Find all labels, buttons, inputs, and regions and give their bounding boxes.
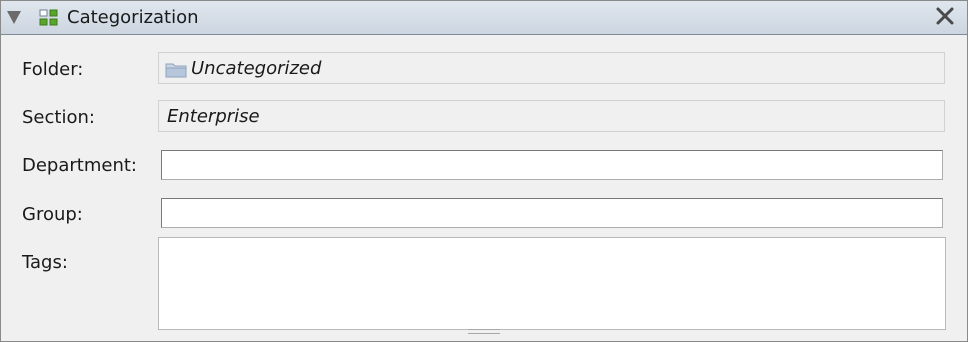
categorization-panel: Categorization Folder: Uncategorized Sec… xyxy=(0,0,968,342)
close-icon[interactable] xyxy=(934,5,956,27)
resize-grip[interactable] xyxy=(468,329,500,334)
section-value: Enterprise xyxy=(167,106,260,127)
section-field: Enterprise xyxy=(158,100,945,132)
group-label: Group: xyxy=(22,204,83,225)
department-label: Department: xyxy=(22,155,137,176)
folder-value: Uncategorized xyxy=(191,58,322,79)
tags-label: Tags: xyxy=(22,252,68,273)
folder-field[interactable]: Uncategorized xyxy=(158,52,945,84)
department-input[interactable] xyxy=(161,150,943,180)
group-input[interactable] xyxy=(161,198,943,228)
category-grid-icon xyxy=(39,9,58,26)
section-label: Section: xyxy=(22,107,95,128)
collapse-triangle-icon[interactable] xyxy=(7,11,21,24)
folder-label: Folder: xyxy=(22,59,84,80)
panel-header[interactable]: Categorization xyxy=(1,1,967,35)
tags-textarea[interactable] xyxy=(158,237,946,330)
folder-icon xyxy=(165,63,187,78)
panel-title: Categorization xyxy=(67,7,199,28)
